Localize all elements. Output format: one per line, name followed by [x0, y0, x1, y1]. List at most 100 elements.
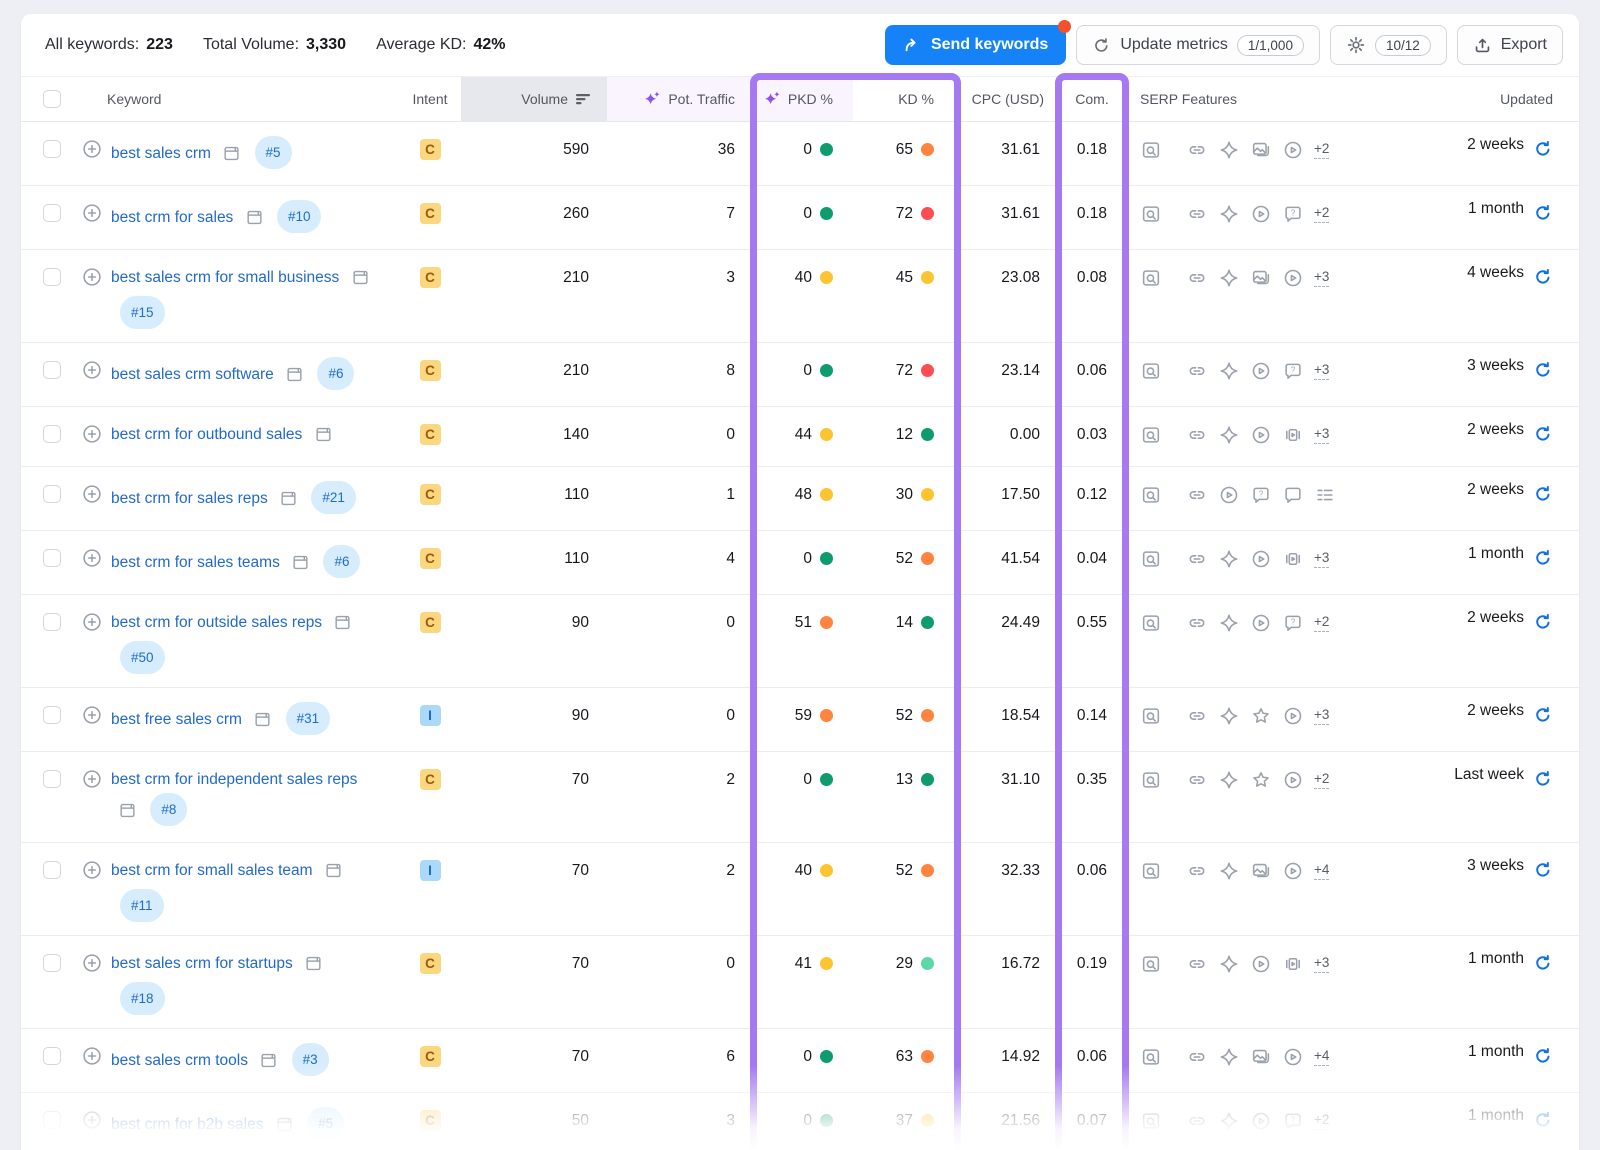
send-keywords-button[interactable]: Send keywords	[885, 25, 1066, 65]
row-checkbox[interactable]	[43, 861, 61, 879]
keyword-link[interactable]: best crm for small sales team	[111, 862, 313, 879]
serp-snapshot-icon[interactable]	[245, 208, 264, 236]
add-keyword-icon[interactable]	[81, 859, 103, 886]
keyword-link[interactable]: best sales crm tools	[111, 1052, 248, 1069]
keyword-link[interactable]: best crm for independent sales reps	[111, 771, 357, 788]
preview-icon[interactable]	[1140, 612, 1162, 634]
row-checkbox[interactable]	[43, 954, 61, 972]
refresh-row-icon[interactable]	[1533, 769, 1553, 789]
select-all-checkbox[interactable]	[43, 90, 61, 108]
serp-snapshot-icon[interactable]	[285, 365, 304, 393]
keyword-link[interactable]: best crm for b2b sales	[111, 1116, 263, 1133]
preview-icon[interactable]	[1140, 267, 1162, 289]
update-metrics-button[interactable]: Update metrics 1/1,000	[1076, 25, 1320, 65]
column-settings-button[interactable]: 10/12	[1330, 25, 1447, 65]
add-keyword-icon[interactable]	[81, 266, 103, 293]
add-keyword-icon[interactable]	[81, 359, 103, 386]
preview-icon[interactable]	[1140, 548, 1162, 570]
intent-badge[interactable]: C	[420, 424, 441, 445]
column-header-pkd[interactable]: PKD %	[753, 77, 853, 121]
row-checkbox[interactable]	[43, 1047, 61, 1065]
serp-snapshot-icon[interactable]	[253, 710, 272, 738]
keyword-link[interactable]: best crm for outside sales reps	[111, 614, 322, 631]
keyword-link[interactable]: best crm for outbound sales	[111, 426, 302, 443]
add-keyword-icon[interactable]	[81, 547, 103, 574]
column-header-volume[interactable]: Volume	[461, 77, 607, 121]
add-keyword-icon[interactable]	[81, 1109, 103, 1136]
keyword-link[interactable]: best sales crm for small business	[111, 269, 339, 286]
column-header-pot-traffic[interactable]: Pot. Traffic	[607, 77, 753, 121]
refresh-row-icon[interactable]	[1533, 612, 1553, 632]
intent-badge[interactable]: C	[420, 360, 441, 381]
add-keyword-icon[interactable]	[81, 952, 103, 979]
refresh-row-icon[interactable]	[1533, 705, 1553, 725]
row-checkbox[interactable]	[43, 613, 61, 631]
column-header-cpc[interactable]: CPC (USD)	[958, 77, 1058, 121]
row-checkbox[interactable]	[43, 485, 61, 503]
serp-snapshot-icon[interactable]	[259, 1051, 278, 1079]
keyword-link[interactable]: best crm for sales reps	[111, 490, 268, 507]
column-header-kd[interactable]: KD %	[853, 77, 958, 121]
intent-badge[interactable]: C	[420, 1046, 441, 1067]
row-checkbox[interactable]	[43, 1111, 61, 1129]
preview-icon[interactable]	[1140, 484, 1162, 506]
refresh-row-icon[interactable]	[1533, 267, 1553, 287]
serp-snapshot-icon[interactable]	[291, 553, 310, 581]
column-header-intent[interactable]: Intent	[399, 77, 461, 121]
refresh-row-icon[interactable]	[1533, 860, 1553, 880]
refresh-row-icon[interactable]	[1533, 139, 1553, 159]
serp-snapshot-icon[interactable]	[314, 425, 333, 453]
refresh-row-icon[interactable]	[1533, 424, 1553, 444]
intent-badge[interactable]: I	[420, 860, 441, 881]
serp-snapshot-icon[interactable]	[118, 801, 137, 829]
row-checkbox[interactable]	[43, 140, 61, 158]
row-checkbox[interactable]	[43, 425, 61, 443]
row-checkbox[interactable]	[43, 361, 61, 379]
column-header-keyword[interactable]: Keyword	[65, 77, 399, 121]
add-keyword-icon[interactable]	[81, 611, 103, 638]
refresh-row-icon[interactable]	[1533, 953, 1553, 973]
keyword-link[interactable]: best crm for sales	[111, 209, 233, 226]
preview-icon[interactable]	[1140, 860, 1162, 882]
serp-snapshot-icon[interactable]	[222, 144, 241, 172]
column-header-com[interactable]: Com.	[1058, 77, 1126, 121]
intent-badge[interactable]: C	[420, 139, 441, 160]
row-checkbox[interactable]	[43, 706, 61, 724]
preview-icon[interactable]	[1140, 360, 1162, 382]
intent-badge[interactable]: C	[420, 953, 441, 974]
refresh-row-icon[interactable]	[1533, 1046, 1553, 1066]
add-keyword-icon[interactable]	[81, 768, 103, 795]
keyword-link[interactable]: best sales crm for startups	[111, 955, 293, 972]
intent-badge[interactable]: C	[420, 612, 441, 633]
preview-icon[interactable]	[1140, 953, 1162, 975]
intent-badge[interactable]: C	[420, 267, 441, 288]
export-button[interactable]: Export	[1457, 25, 1563, 65]
refresh-row-icon[interactable]	[1533, 203, 1553, 223]
serp-snapshot-icon[interactable]	[275, 1115, 294, 1143]
row-checkbox[interactable]	[43, 204, 61, 222]
intent-badge[interactable]: C	[420, 484, 441, 505]
preview-icon[interactable]	[1140, 203, 1162, 225]
serp-snapshot-icon[interactable]	[279, 489, 298, 517]
add-keyword-icon[interactable]	[81, 704, 103, 731]
preview-icon[interactable]	[1140, 769, 1162, 791]
add-keyword-icon[interactable]	[81, 202, 103, 229]
row-checkbox[interactable]	[43, 268, 61, 286]
refresh-row-icon[interactable]	[1533, 1110, 1553, 1130]
add-keyword-icon[interactable]	[81, 423, 103, 450]
intent-badge[interactable]: I	[420, 705, 441, 726]
intent-badge[interactable]: C	[420, 769, 441, 790]
row-checkbox[interactable]	[43, 770, 61, 788]
preview-icon[interactable]	[1140, 1110, 1162, 1132]
preview-icon[interactable]	[1140, 1046, 1162, 1068]
intent-badge[interactable]: C	[420, 203, 441, 224]
add-keyword-icon[interactable]	[81, 483, 103, 510]
preview-icon[interactable]	[1140, 424, 1162, 446]
intent-badge[interactable]: C	[420, 1110, 441, 1131]
serp-snapshot-icon[interactable]	[304, 954, 323, 982]
preview-icon[interactable]	[1140, 705, 1162, 727]
serp-snapshot-icon[interactable]	[333, 613, 352, 641]
keyword-link[interactable]: best sales crm	[111, 145, 211, 162]
refresh-row-icon[interactable]	[1533, 548, 1553, 568]
refresh-row-icon[interactable]	[1533, 484, 1553, 504]
